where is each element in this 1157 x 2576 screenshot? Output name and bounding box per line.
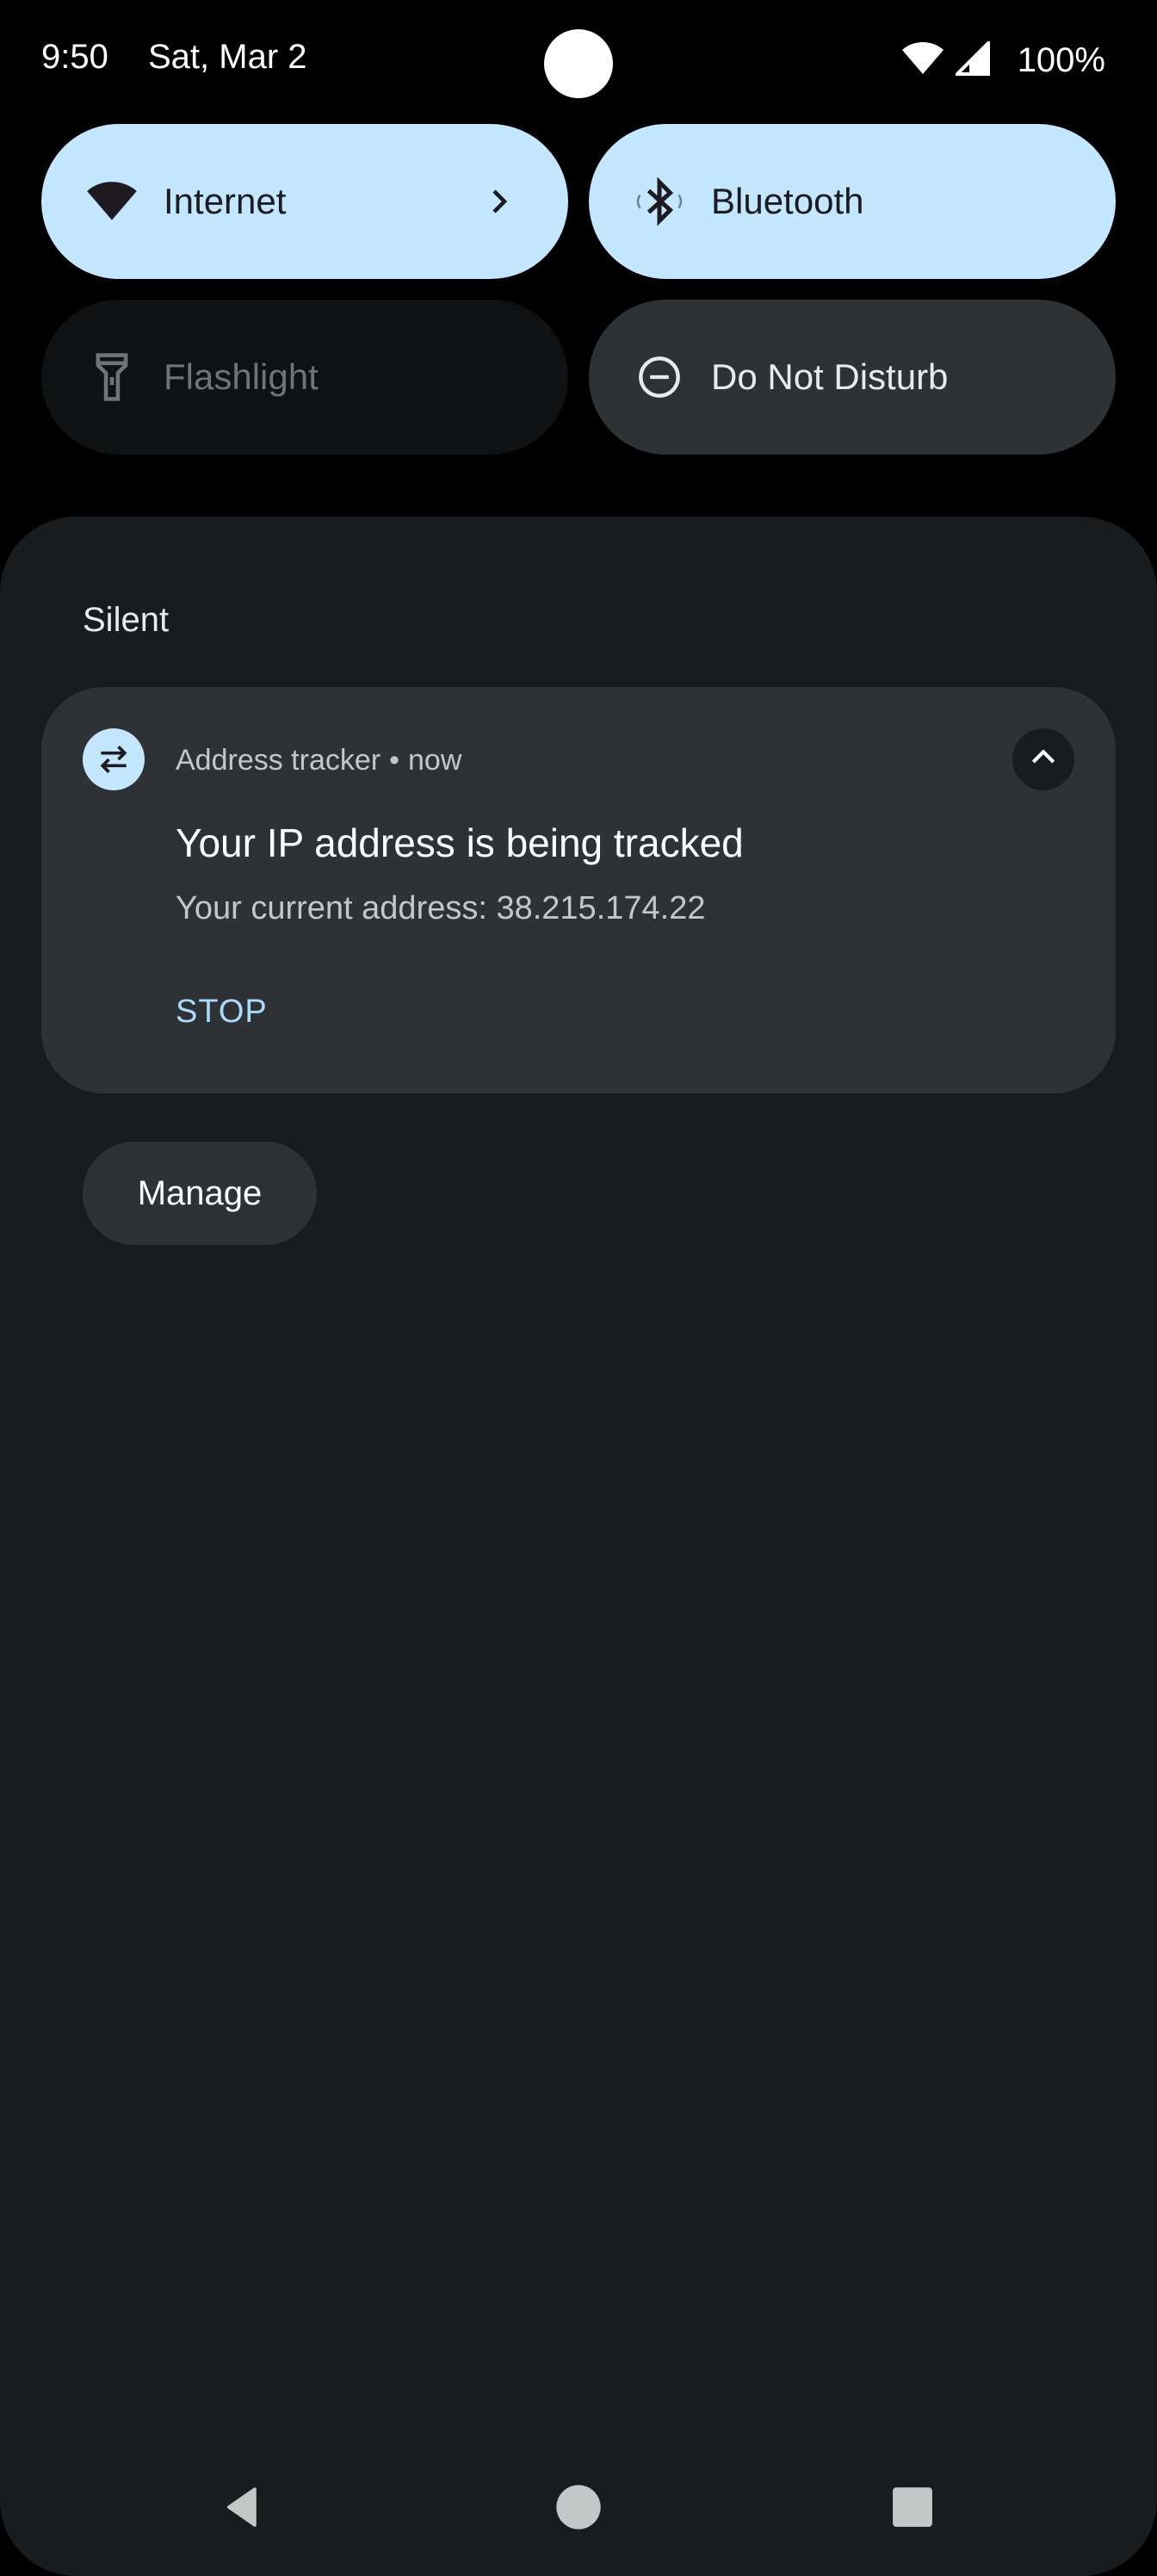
back-icon [219,2483,267,2536]
tile-label: Internet [164,181,287,221]
tile-flashlight[interactable]: Flashlight [41,300,568,455]
bluetooth-icon [628,170,690,232]
status-bar: 9:50 Sat, Mar 2 100% [0,0,1157,129]
collapse-button[interactable] [1012,728,1074,790]
screen: 9:50 Sat, Mar 2 100% Internet Bluetooth … [0,0,1157,2576]
recents-icon [891,2486,934,2533]
chevron-up-icon [1026,740,1061,779]
tile-do-not-disturb[interactable]: Do Not Disturb [589,300,1116,455]
tile-bluetooth[interactable]: Bluetooth [589,124,1116,279]
wifi-icon [901,41,944,80]
navigation-bar [0,2466,1157,2569]
notification-shade: Silent Address tracker • now Your IP addre… [0,517,1157,2576]
section-header-silent: Silent [83,601,170,639]
swap-arrows-icon [83,728,145,790]
status-icons: 100% [901,38,1105,83]
stop-action-button[interactable]: STOP [176,994,268,1031]
battery-percent: 100% [1017,40,1105,79]
wifi-icon [81,170,143,232]
notification-header: Address tracker • now [176,744,461,777]
manage-button[interactable]: Manage [83,1142,317,1245]
tile-label: Do Not Disturb [711,356,949,397]
notification-title: Your IP address is being tracked [176,820,744,865]
notification-time: now [408,744,462,777]
status-time: 9:50 [41,38,108,76]
do-not-disturb-icon [628,346,690,408]
tile-label: Flashlight [164,356,319,397]
tile-internet[interactable]: Internet [41,124,568,279]
back-button[interactable] [200,2466,286,2552]
tile-label: Bluetooth [711,181,864,221]
cellular-signal-icon [952,38,990,80]
home-button[interactable] [535,2466,622,2552]
notification-text: Your current address: 38.215.174.22 [176,890,706,926]
header-separator: • [389,744,399,777]
status-date: Sat, Mar 2 [148,38,307,76]
notification-card[interactable]: Address tracker • now Your IP address is b… [41,687,1116,1093]
home-icon [554,2483,603,2536]
app-name: Address tracker [176,744,381,777]
front-camera-cutout [544,29,613,98]
chevron-right-icon[interactable] [468,170,530,232]
flashlight-icon [81,346,143,408]
recents-button[interactable] [869,2466,956,2552]
